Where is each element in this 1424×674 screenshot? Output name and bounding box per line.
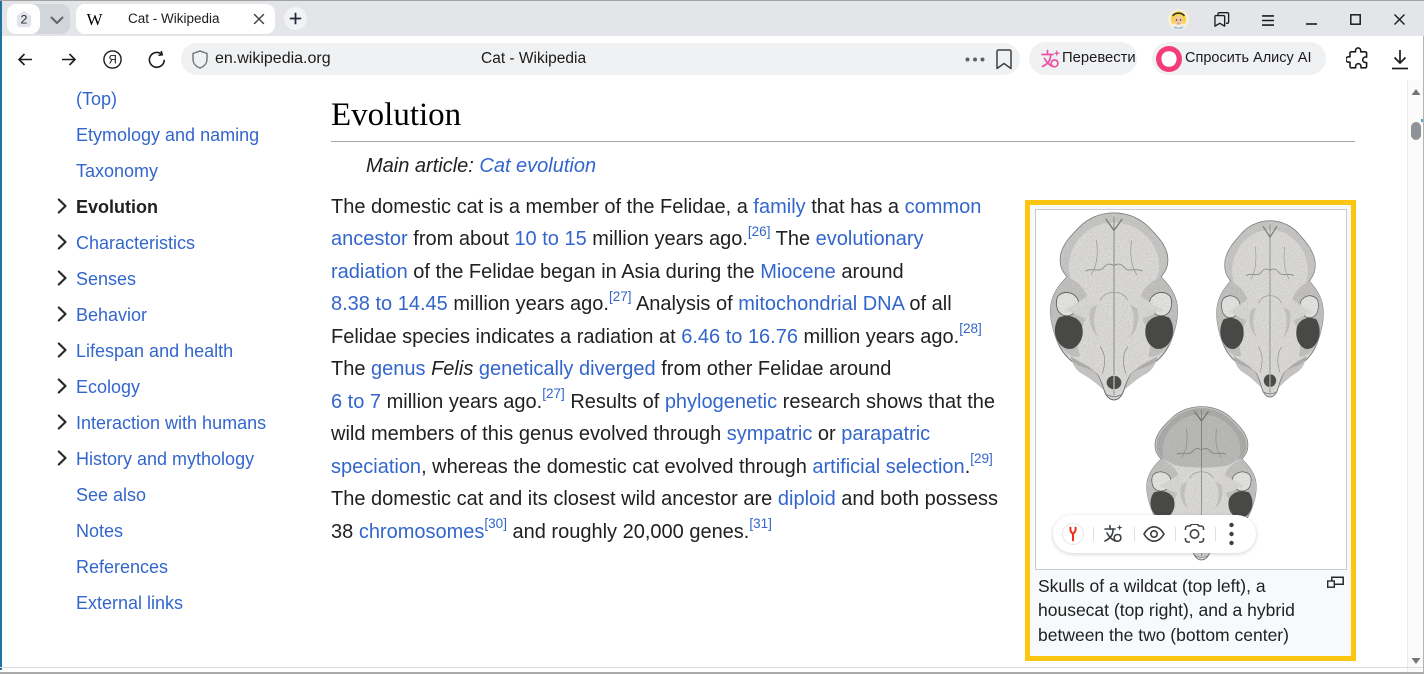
svg-text:2: 2	[21, 12, 28, 26]
svg-text:Я: Я	[109, 55, 117, 67]
